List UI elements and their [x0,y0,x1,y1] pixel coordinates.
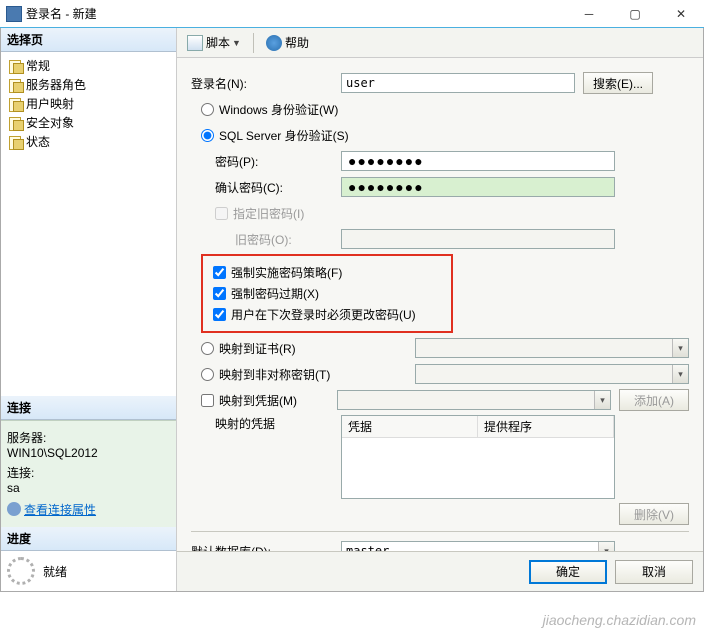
maximize-button[interactable]: ▢ [612,0,658,28]
cert-combo: ▾ [415,338,689,358]
toolbar: 脚本▼ 帮助 [177,28,703,58]
conn-value: sa [7,481,170,495]
remove-button: 删除(V) [619,503,689,525]
script-icon [187,35,203,51]
map-to-cert-radio[interactable]: 映射到证书(R) [191,340,296,357]
progress-box: 就绪 [1,551,176,591]
progress-status: 就绪 [43,563,67,580]
specify-old-password-checkbox: 指定旧密码(I) [191,205,304,222]
login-name-label: 登录名(N): [191,75,341,92]
windows-auth-radio[interactable]: Windows 身份验证(W) [191,101,338,118]
window-title: 登录名 - 新建 [26,5,566,22]
nav-item-status[interactable]: 状态 [1,132,176,151]
nav-item-securables[interactable]: 安全对象 [1,113,176,132]
nav-item-user-mapping[interactable]: 用户映射 [1,94,176,113]
page-icon [7,59,23,73]
nav-item-general[interactable]: 常规 [1,56,176,75]
select-page-header: 选择页 [1,28,176,52]
login-name-input[interactable] [341,73,575,93]
ok-button[interactable]: 确定 [529,560,607,584]
sql-auth-radio[interactable]: SQL Server 身份验证(S) [191,127,349,144]
chevron-down-icon: ▾ [672,339,688,357]
password-input[interactable]: ●●●●●●●● [341,151,615,171]
mapped-credentials-list[interactable]: 凭据 提供程序 [341,415,615,499]
chevron-down-icon: ▾ [672,365,688,383]
connection-header: 连接 [1,396,176,420]
chevron-down-icon: ▾ [598,542,614,551]
main-panel: 脚本▼ 帮助 登录名(N): 搜索(E)... Windows 身份验证(W) … [177,28,703,591]
dialog-footer: 确定 取消 [177,551,703,591]
confirm-password-input[interactable]: ●●●●●●●● [341,177,615,197]
nav-list: 常规 服务器角色 用户映射 安全对象 状态 [1,52,176,155]
asym-key-combo: ▾ [415,364,689,384]
default-db-combo[interactable]: master▾ [341,541,615,551]
enforce-expiration-checkbox[interactable]: 强制密码过期(X) [207,283,447,304]
list-header: 凭据 提供程序 [342,416,614,438]
mapped-credentials-label: 映射的凭据 [191,415,341,432]
cancel-button[interactable]: 取消 [615,560,693,584]
confirm-password-label: 确认密码(C): [191,179,341,196]
script-button[interactable]: 脚本▼ [183,32,245,53]
add-button: 添加(A) [619,389,689,411]
server-label: 服务器: [7,429,170,446]
view-connection-props-link[interactable]: 查看连接属性 [7,501,96,518]
spinner-icon [7,557,35,585]
enforce-policy-checkbox[interactable]: 强制实施密码策略(F) [207,262,447,283]
page-icon [7,116,23,130]
server-value: WIN10\SQL2012 [7,446,170,460]
chevron-down-icon: ▾ [594,391,610,409]
progress-header: 进度 [1,527,176,551]
col-credential: 凭据 [342,416,478,437]
col-provider: 提供程序 [478,416,614,437]
conn-label: 连接: [7,464,170,481]
chevron-down-icon: ▼ [232,38,241,48]
page-icon [7,135,23,149]
titlebar: 登录名 - 新建 ─ ▢ ✕ [0,0,704,28]
connection-info: 服务器: WIN10\SQL2012 连接: sa 查看连接属性 [1,420,176,528]
toolbar-separator [253,33,254,53]
minimize-button[interactable]: ─ [566,0,612,28]
close-button[interactable]: ✕ [658,0,704,28]
nav-item-server-roles[interactable]: 服务器角色 [1,75,176,94]
help-button[interactable]: 帮助 [262,32,313,53]
sidebar: 选择页 常规 服务器角色 用户映射 安全对象 状态 连接 服务器: WIN10\… [1,28,177,591]
page-icon [7,78,23,92]
search-button[interactable]: 搜索(E)... [583,72,653,94]
password-label: 密码(P): [191,153,341,170]
old-password-label: 旧密码(O): [191,231,341,248]
page-icon [7,97,23,111]
old-password-input [341,229,615,249]
watermark: jiaocheng.chazidian.com [543,612,696,628]
must-change-checkbox[interactable]: 用户在下次登录时必须更改密码(U) [207,304,447,325]
default-db-label: 默认数据库(D): [191,543,341,552]
map-to-asym-key-radio[interactable]: 映射到非对称密钥(T) [191,366,330,383]
credential-combo: ▾ [337,390,611,410]
highlight-box: 强制实施密码策略(F) 强制密码过期(X) 用户在下次登录时必须更改密码(U) [201,254,453,333]
app-icon [6,6,22,22]
map-to-credential-checkbox[interactable]: 映射到凭据(M) [191,392,297,409]
help-icon [266,35,282,51]
form-area: 登录名(N): 搜索(E)... Windows 身份验证(W) SQL Ser… [177,58,703,551]
divider [191,531,689,532]
